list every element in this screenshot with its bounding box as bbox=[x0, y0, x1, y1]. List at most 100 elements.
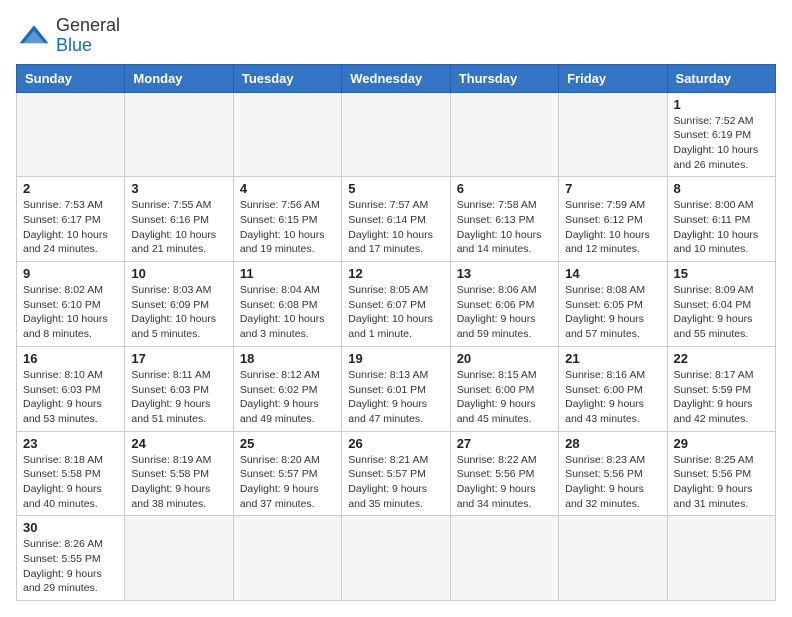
col-header-wednesday: Wednesday bbox=[342, 64, 450, 92]
logo-blue: Blue bbox=[56, 36, 120, 56]
calendar-table: SundayMondayTuesdayWednesdayThursdayFrid… bbox=[16, 64, 776, 602]
calendar-cell: 21 Sunrise: 8:16 AMSunset: 6:00 PMDayligh… bbox=[559, 346, 667, 431]
calendar-cell: 2 Sunrise: 7:53 AMSunset: 6:17 PMDaylight… bbox=[17, 177, 125, 262]
day-info: Sunrise: 8:00 AMSunset: 6:11 PMDaylight:… bbox=[674, 198, 769, 257]
day-number: 16 bbox=[23, 351, 118, 366]
calendar-cell: 10 Sunrise: 8:03 AMSunset: 6:09 PMDayligh… bbox=[125, 262, 233, 347]
day-info: Sunrise: 8:06 AMSunset: 6:06 PMDaylight:… bbox=[457, 283, 552, 342]
calendar-cell: 15 Sunrise: 8:09 AMSunset: 6:04 PMDayligh… bbox=[667, 262, 775, 347]
day-info: Sunrise: 8:11 AMSunset: 6:03 PMDaylight:… bbox=[131, 368, 226, 427]
day-info: Sunrise: 7:52 AMSunset: 6:19 PMDaylight:… bbox=[674, 114, 769, 173]
day-info: Sunrise: 8:19 AMSunset: 5:58 PMDaylight:… bbox=[131, 453, 226, 512]
col-header-monday: Monday bbox=[125, 64, 233, 92]
calendar-week-6: 30Sunrise: 8:26 AMSunset: 5:55 PMDayligh… bbox=[17, 516, 776, 601]
day-info: Sunrise: 8:21 AMSunset: 5:57 PMDaylight:… bbox=[348, 453, 443, 512]
calendar-week-5: 23Sunrise: 8:18 AMSunset: 5:58 PMDayligh… bbox=[17, 431, 776, 516]
col-header-saturday: Saturday bbox=[667, 64, 775, 92]
day-number: 25 bbox=[240, 436, 335, 451]
day-info: Sunrise: 8:15 AMSunset: 6:00 PMDaylight:… bbox=[457, 368, 552, 427]
day-number: 15 bbox=[674, 266, 769, 281]
col-header-friday: Friday bbox=[559, 64, 667, 92]
day-number: 17 bbox=[131, 351, 226, 366]
day-info: Sunrise: 7:56 AMSunset: 6:15 PMDaylight:… bbox=[240, 198, 335, 257]
calendar-cell: 26 Sunrise: 8:21 AMSunset: 5:57 PMDayligh… bbox=[342, 431, 450, 516]
day-info: Sunrise: 8:17 AMSunset: 5:59 PMDaylight:… bbox=[674, 368, 769, 427]
calendar-cell bbox=[125, 516, 233, 601]
page-header: General Blue bbox=[16, 16, 776, 56]
day-number: 1 bbox=[674, 97, 769, 112]
day-number: 7 bbox=[565, 181, 660, 196]
day-number: 21 bbox=[565, 351, 660, 366]
day-info: Sunrise: 8:12 AMSunset: 6:02 PMDaylight:… bbox=[240, 368, 335, 427]
calendar-week-2: 2 Sunrise: 7:53 AMSunset: 6:17 PMDaylight… bbox=[17, 177, 776, 262]
day-number: 20 bbox=[457, 351, 552, 366]
logo: General Blue bbox=[16, 16, 120, 56]
calendar-week-3: 9Sunrise: 8:02 AMSunset: 6:10 PMDaylight… bbox=[17, 262, 776, 347]
calendar-cell: 5Sunrise: 7:57 AMSunset: 6:14 PMDaylight… bbox=[342, 177, 450, 262]
calendar-cell bbox=[342, 92, 450, 177]
day-info: Sunrise: 8:09 AMSunset: 6:04 PMDaylight:… bbox=[674, 283, 769, 342]
day-info: Sunrise: 7:55 AMSunset: 6:16 PMDaylight:… bbox=[131, 198, 226, 257]
calendar-cell bbox=[667, 516, 775, 601]
calendar-cell: 14 Sunrise: 8:08 AMSunset: 6:05 PMDayligh… bbox=[559, 262, 667, 347]
day-number: 8 bbox=[674, 181, 769, 196]
day-number: 26 bbox=[348, 436, 443, 451]
day-number: 6 bbox=[457, 181, 552, 196]
day-info: Sunrise: 7:59 AMSunset: 6:12 PMDaylight:… bbox=[565, 198, 660, 257]
day-info: Sunrise: 8:08 AMSunset: 6:05 PMDaylight:… bbox=[565, 283, 660, 342]
calendar-cell: 30Sunrise: 8:26 AMSunset: 5:55 PMDayligh… bbox=[17, 516, 125, 601]
calendar-cell: 17 Sunrise: 8:11 AMSunset: 6:03 PMDayligh… bbox=[125, 346, 233, 431]
day-info: Sunrise: 8:22 AMSunset: 5:56 PMDaylight:… bbox=[457, 453, 552, 512]
day-number: 4 bbox=[240, 181, 335, 196]
calendar-cell: 27Sunrise: 8:22 AMSunset: 5:56 PMDayligh… bbox=[450, 431, 558, 516]
calendar-cell bbox=[17, 92, 125, 177]
calendar-cell bbox=[559, 516, 667, 601]
calendar-cell bbox=[125, 92, 233, 177]
calendar-cell: 8 Sunrise: 8:00 AMSunset: 6:11 PMDaylight… bbox=[667, 177, 775, 262]
calendar-cell: 4 Sunrise: 7:56 AMSunset: 6:15 PMDaylight… bbox=[233, 177, 341, 262]
calendar-cell: 24 Sunrise: 8:19 AMSunset: 5:58 PMDayligh… bbox=[125, 431, 233, 516]
calendar-cell: 11Sunrise: 8:04 AMSunset: 6:08 PMDayligh… bbox=[233, 262, 341, 347]
calendar-cell: 13 Sunrise: 8:06 AMSunset: 6:06 PMDayligh… bbox=[450, 262, 558, 347]
day-info: Sunrise: 8:13 AMSunset: 6:01 PMDaylight:… bbox=[348, 368, 443, 427]
calendar-cell: 23Sunrise: 8:18 AMSunset: 5:58 PMDayligh… bbox=[17, 431, 125, 516]
day-info: Sunrise: 7:53 AMSunset: 6:17 PMDaylight:… bbox=[23, 198, 118, 257]
day-number: 22 bbox=[674, 351, 769, 366]
calendar-cell bbox=[233, 92, 341, 177]
day-number: 14 bbox=[565, 266, 660, 281]
day-number: 24 bbox=[131, 436, 226, 451]
day-info: Sunrise: 8:18 AMSunset: 5:58 PMDaylight:… bbox=[23, 453, 118, 512]
day-number: 10 bbox=[131, 266, 226, 281]
calendar-header-row: SundayMondayTuesdayWednesdayThursdayFrid… bbox=[17, 64, 776, 92]
logo-icon bbox=[16, 18, 52, 54]
day-number: 13 bbox=[457, 266, 552, 281]
day-number: 2 bbox=[23, 181, 118, 196]
day-number: 5 bbox=[348, 181, 443, 196]
day-number: 28 bbox=[565, 436, 660, 451]
day-number: 19 bbox=[348, 351, 443, 366]
calendar-body: 1 Sunrise: 7:52 AMSunset: 6:19 PMDaylight… bbox=[17, 92, 776, 601]
calendar-cell bbox=[342, 516, 450, 601]
day-info: Sunrise: 8:23 AMSunset: 5:56 PMDaylight:… bbox=[565, 453, 660, 512]
col-header-tuesday: Tuesday bbox=[233, 64, 341, 92]
calendar-cell: 1 Sunrise: 7:52 AMSunset: 6:19 PMDaylight… bbox=[667, 92, 775, 177]
logo-general: General bbox=[56, 16, 120, 36]
col-header-thursday: Thursday bbox=[450, 64, 558, 92]
day-number: 11 bbox=[240, 266, 335, 281]
day-info: Sunrise: 8:26 AMSunset: 5:55 PMDaylight:… bbox=[23, 537, 118, 596]
calendar-cell: 20 Sunrise: 8:15 AMSunset: 6:00 PMDayligh… bbox=[450, 346, 558, 431]
calendar-cell bbox=[450, 92, 558, 177]
day-info: Sunrise: 8:16 AMSunset: 6:00 PMDaylight:… bbox=[565, 368, 660, 427]
calendar-cell: 7 Sunrise: 7:59 AMSunset: 6:12 PMDaylight… bbox=[559, 177, 667, 262]
calendar-cell: 12 Sunrise: 8:05 AMSunset: 6:07 PMDayligh… bbox=[342, 262, 450, 347]
day-info: Sunrise: 8:05 AMSunset: 6:07 PMDaylight:… bbox=[348, 283, 443, 342]
calendar-week-4: 16Sunrise: 8:10 AMSunset: 6:03 PMDayligh… bbox=[17, 346, 776, 431]
day-info: Sunrise: 8:03 AMSunset: 6:09 PMDaylight:… bbox=[131, 283, 226, 342]
calendar-cell: 6Sunrise: 7:58 AMSunset: 6:13 PMDaylight… bbox=[450, 177, 558, 262]
calendar-cell: 19 Sunrise: 8:13 AMSunset: 6:01 PMDayligh… bbox=[342, 346, 450, 431]
day-number: 9 bbox=[23, 266, 118, 281]
calendar-cell: 29Sunrise: 8:25 AMSunset: 5:56 PMDayligh… bbox=[667, 431, 775, 516]
day-number: 12 bbox=[348, 266, 443, 281]
col-header-sunday: Sunday bbox=[17, 64, 125, 92]
calendar-cell bbox=[559, 92, 667, 177]
